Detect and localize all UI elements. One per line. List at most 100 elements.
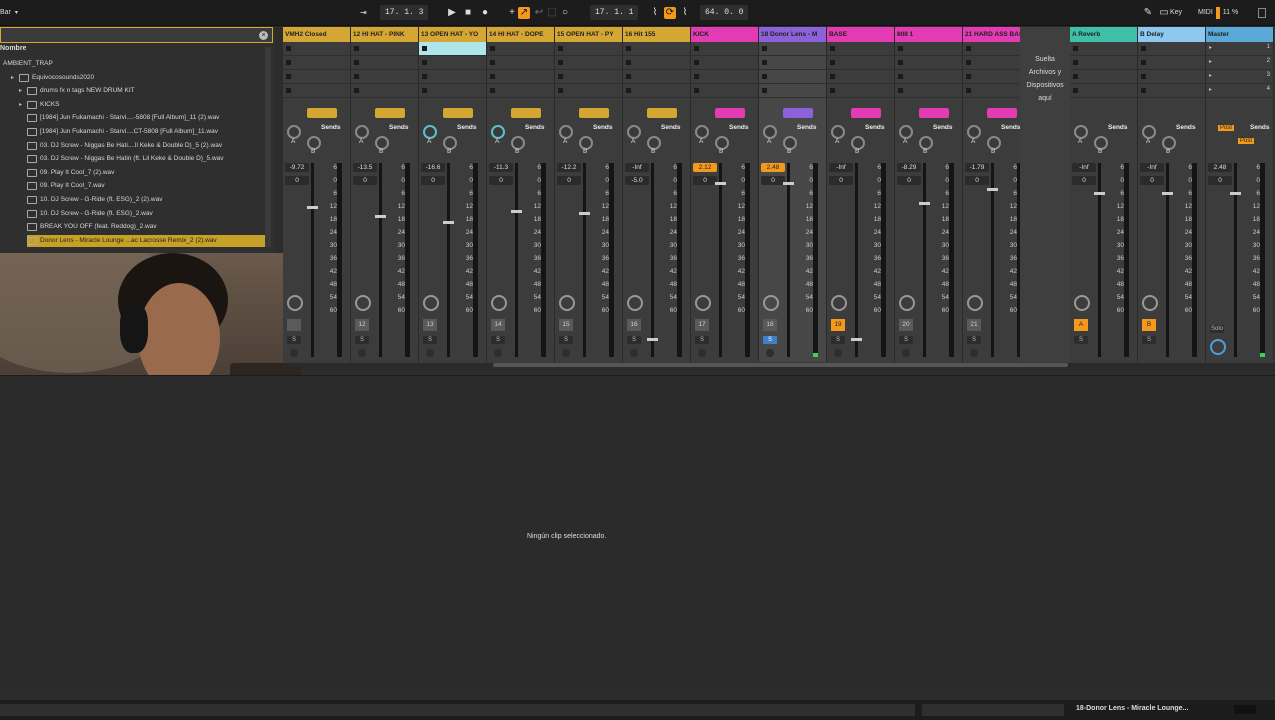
follow-button[interactable]: ⇥: [360, 5, 367, 20]
clip-slot[interactable]: ▸ 2: [1206, 56, 1273, 70]
loop-start[interactable]: 17. 1. 1: [590, 5, 639, 20]
pan-value[interactable]: 0: [557, 176, 581, 185]
capture-button[interactable]: ⬚: [546, 7, 558, 19]
volume-value[interactable]: 2.48: [761, 163, 785, 172]
send-a-knob[interactable]: [491, 125, 505, 139]
send-a-knob[interactable]: [763, 125, 777, 139]
clip-stop-button-icon[interactable]: [558, 60, 563, 65]
clip-slot[interactable]: [623, 84, 690, 98]
track-strip[interactable]: BASE Sends A B -Inf 0 6 0 6 12 18 24 30 36 42 48 54 60 19 S: [827, 27, 895, 362]
clip-slot[interactable]: [623, 56, 690, 70]
arm-button[interactable]: [834, 349, 842, 357]
arm-button[interactable]: [494, 349, 502, 357]
clip-stop-button-icon[interactable]: [286, 74, 291, 79]
clip-stop-button-icon[interactable]: [490, 74, 495, 79]
solo-button[interactable]: S: [695, 336, 709, 344]
clip-stop-button-icon[interactable]: [286, 60, 291, 65]
volume-fader-handle[interactable]: [783, 182, 794, 186]
clip-stop-button-icon[interactable]: [1141, 46, 1146, 51]
pan-knob[interactable]: [423, 295, 439, 311]
track-strip[interactable]: 14 HI HAT - DOPE Sends A B -11.3 0 6 0 6 12 18 24 30…: [487, 27, 555, 362]
track-title[interactable]: 13 OPEN HAT - YO: [419, 27, 486, 42]
pan-knob[interactable]: [1142, 295, 1158, 311]
track-strip[interactable]: 13 OPEN HAT - YO Sends A B -16.6 0 6 0 6 12 18 24 30…: [419, 27, 487, 362]
clip-stop-button-icon[interactable]: [830, 46, 835, 51]
clip-slot[interactable]: [487, 70, 554, 84]
clip-slot[interactable]: [351, 84, 418, 98]
clip-stop-button-icon[interactable]: [422, 74, 427, 79]
browser-column-header[interactable]: Nombre: [0, 45, 26, 52]
clip-stop-button-icon[interactable]: [966, 74, 971, 79]
clip-stop-button-icon[interactable]: [898, 88, 903, 93]
arm-button[interactable]: [630, 349, 638, 357]
clip-stop-button-icon[interactable]: [626, 46, 631, 51]
track-title[interactable]: VMH2 Closed: [283, 27, 350, 42]
clip-slot[interactable]: [895, 56, 962, 70]
track-activator-button[interactable]: 15: [559, 319, 573, 331]
pan-value[interactable]: 0: [829, 176, 853, 185]
stop-button[interactable]: ■: [462, 7, 474, 19]
send-a-knob[interactable]: [695, 125, 709, 139]
pan-knob[interactable]: [695, 295, 711, 311]
record-button[interactable]: ●: [479, 7, 491, 19]
scene-launch-icon[interactable]: ▸: [1209, 86, 1214, 93]
send-a-knob[interactable]: [423, 125, 437, 139]
post-button[interactable]: Post: [1218, 125, 1235, 131]
clip-stop-button-icon[interactable]: [490, 46, 495, 51]
arm-button[interactable]: [426, 349, 434, 357]
send-a-knob[interactable]: [967, 125, 981, 139]
volume-fader-handle[interactable]: [511, 209, 522, 213]
punch-in-icon[interactable]: ⌇: [649, 7, 661, 19]
arm-button[interactable]: [766, 349, 774, 357]
volume-fader[interactable]: [311, 163, 314, 357]
clip-stop-button-icon[interactable]: [422, 88, 427, 93]
volume-fader-handle[interactable]: [1162, 192, 1173, 196]
pan-value[interactable]: 0: [1072, 176, 1096, 185]
clip-stop-button-icon[interactable]: [286, 46, 291, 51]
clip-stop-button-icon[interactable]: [1141, 88, 1146, 93]
pan-knob[interactable]: [967, 295, 983, 311]
arm-button[interactable]: [358, 349, 366, 357]
clip-stop-button-icon[interactable]: [762, 46, 767, 51]
clip-slot[interactable]: [1138, 56, 1205, 70]
track-activator-button[interactable]: A: [1074, 319, 1088, 331]
return-track[interactable]: B Delay Sends A B -Inf 0 6 0 6 12 18 24 30 36 42 48 54 60…: [1138, 27, 1206, 362]
pan-knob[interactable]: [1074, 295, 1090, 311]
track-activator-button[interactable]: 17: [695, 319, 709, 331]
pan-value[interactable]: 0: [1140, 176, 1164, 185]
volume-value[interactable]: -12.2: [557, 163, 581, 172]
volume-value[interactable]: -Inf: [1072, 163, 1096, 172]
solo-button[interactable]: S: [831, 336, 845, 344]
chevron-right-icon[interactable]: ▸: [11, 72, 19, 84]
arrangement-position[interactable]: 17. 1. 3: [380, 5, 429, 20]
clip-stop-button-icon[interactable]: [694, 60, 699, 65]
clip-slot[interactable]: [691, 42, 758, 56]
browser-search-input[interactable]: ×: [0, 27, 273, 43]
clip-stop-button-icon[interactable]: [558, 46, 563, 51]
clip-slot[interactable]: ▸ 4: [1206, 84, 1273, 98]
track-strip[interactable]: 15 OPEN HAT - PY Sends A B -12.2 0 6 0 6 12 18 24 30…: [555, 27, 623, 362]
volume-fader-handle[interactable]: [1230, 192, 1241, 196]
track-title[interactable]: 16 Hit 155: [623, 27, 690, 42]
volume-fader[interactable]: [787, 163, 790, 357]
clip-stop-button-icon[interactable]: [354, 46, 359, 51]
pan-value[interactable]: 0: [897, 176, 921, 185]
chevron-right-icon[interactable]: ▸: [19, 85, 27, 97]
clip-slot[interactable]: [555, 70, 622, 84]
clip-slot[interactable]: [1070, 84, 1137, 98]
volume-fader-handle[interactable]: [647, 337, 658, 341]
clip-stop-button-icon[interactable]: [1073, 88, 1078, 93]
clip-stop-button-icon[interactable]: [830, 60, 835, 65]
clip-slot[interactable]: [623, 70, 690, 84]
volume-fader[interactable]: [719, 163, 722, 357]
automation-arm-button[interactable]: ↗: [518, 6, 530, 19]
browser-item-selected[interactable]: Donor Lens - Miracle Lounge ...ac Lacros…: [27, 234, 265, 247]
clip-slot[interactable]: [419, 70, 486, 84]
track-title[interactable]: 18 Donor Lens - M: [759, 27, 826, 42]
clip-slot[interactable]: [1070, 70, 1137, 84]
pan-knob[interactable]: [831, 295, 847, 311]
browser-item[interactable]: ▸ drums fx n tags NEW DRUM KIT: [19, 85, 265, 97]
clip-slot[interactable]: [419, 56, 486, 70]
pan-value[interactable]: 0: [761, 176, 785, 185]
clip-slot[interactable]: [283, 42, 350, 56]
